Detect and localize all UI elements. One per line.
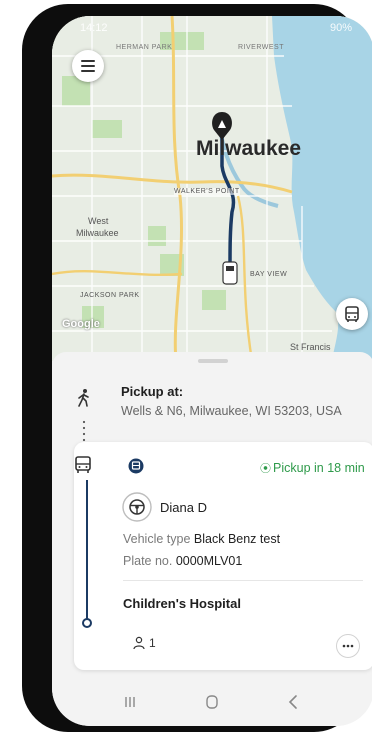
destination-name: Children's Hospital xyxy=(123,596,241,611)
more-options-button[interactable] xyxy=(336,634,360,658)
pickup-label: Pickup at: xyxy=(121,384,184,399)
route-timeline xyxy=(82,480,92,628)
sheet-drag-handle[interactable] xyxy=(198,359,228,363)
map-label-west: West xyxy=(88,216,109,226)
back-icon[interactable] xyxy=(284,692,304,712)
status-battery: 90% xyxy=(329,22,352,34)
vehicle-type-label: Vehicle type xyxy=(123,532,191,546)
map-view[interactable]: Milwaukee HERMAN PARK RIVERWEST WALKER'S… xyxy=(52,16,372,362)
bus-icon xyxy=(345,306,359,322)
map-city-label: Milwaukee xyxy=(196,137,302,160)
live-signal-icon: ⦿ xyxy=(260,463,271,475)
menu-icon xyxy=(81,60,95,72)
pickup-eta-text: Pickup in 18 min xyxy=(273,461,365,475)
pickup-address: Wells & N6, Milwaukee, WI 53203, USA xyxy=(121,404,342,418)
steering-wheel-icon xyxy=(122,492,152,522)
map-label-milwaukee-west: Milwaukee xyxy=(76,228,119,238)
plate-label: Plate no. xyxy=(123,554,173,568)
trip-bottom-sheet[interactable]: Pickup at: Wells & N6, Milwaukee, WI 532… xyxy=(52,352,372,678)
phone-screen: Milwaukee HERMAN PARK RIVERWEST WALKER'S… xyxy=(52,16,372,726)
person-icon xyxy=(133,636,145,650)
plate-value: 0000MLV01 xyxy=(175,554,243,568)
driver-name: Diana D xyxy=(160,500,207,515)
walking-person-icon xyxy=(78,389,89,407)
status-bar: 14:12 90% xyxy=(52,16,372,40)
card-divider xyxy=(123,580,363,581)
vehicle-locate-button[interactable] xyxy=(336,298,368,330)
menu-button[interactable] xyxy=(72,50,104,82)
map-label-riverwest: RIVERWEST xyxy=(238,44,284,51)
pickup-eta: ⦿ Pickup in 18 min xyxy=(260,460,365,476)
map-label-herman-park: HERMAN PARK xyxy=(116,44,173,51)
plate-row: Plate no. 0000MLV01 xyxy=(123,554,242,568)
bus-icon xyxy=(75,456,91,473)
map-label-jackson-park: JACKSON PARK xyxy=(80,292,140,299)
map-label-bay-view: BAY VIEW xyxy=(250,271,288,278)
vehicle-type-value: Black Benz test xyxy=(193,532,281,546)
vehicle-badge-icon xyxy=(128,458,144,474)
phone-frame: Milwaukee HERMAN PARK RIVERWEST WALKER'S… xyxy=(22,4,372,732)
more-icon xyxy=(342,644,354,648)
system-nav-bar xyxy=(52,678,372,726)
google-logo: Google xyxy=(62,318,100,330)
recent-apps-icon[interactable] xyxy=(120,692,140,712)
home-icon[interactable] xyxy=(202,692,222,712)
passenger-count: 1 xyxy=(132,636,156,650)
vehicle-type-row: Vehicle type Black Benz test xyxy=(123,532,280,546)
status-time: 14:12 xyxy=(80,22,108,34)
map-label-st-francis: St Francis xyxy=(290,342,331,352)
passenger-count-value: 1 xyxy=(149,636,156,650)
map-label-walkers-point: WALKER'S POINT xyxy=(174,188,240,195)
